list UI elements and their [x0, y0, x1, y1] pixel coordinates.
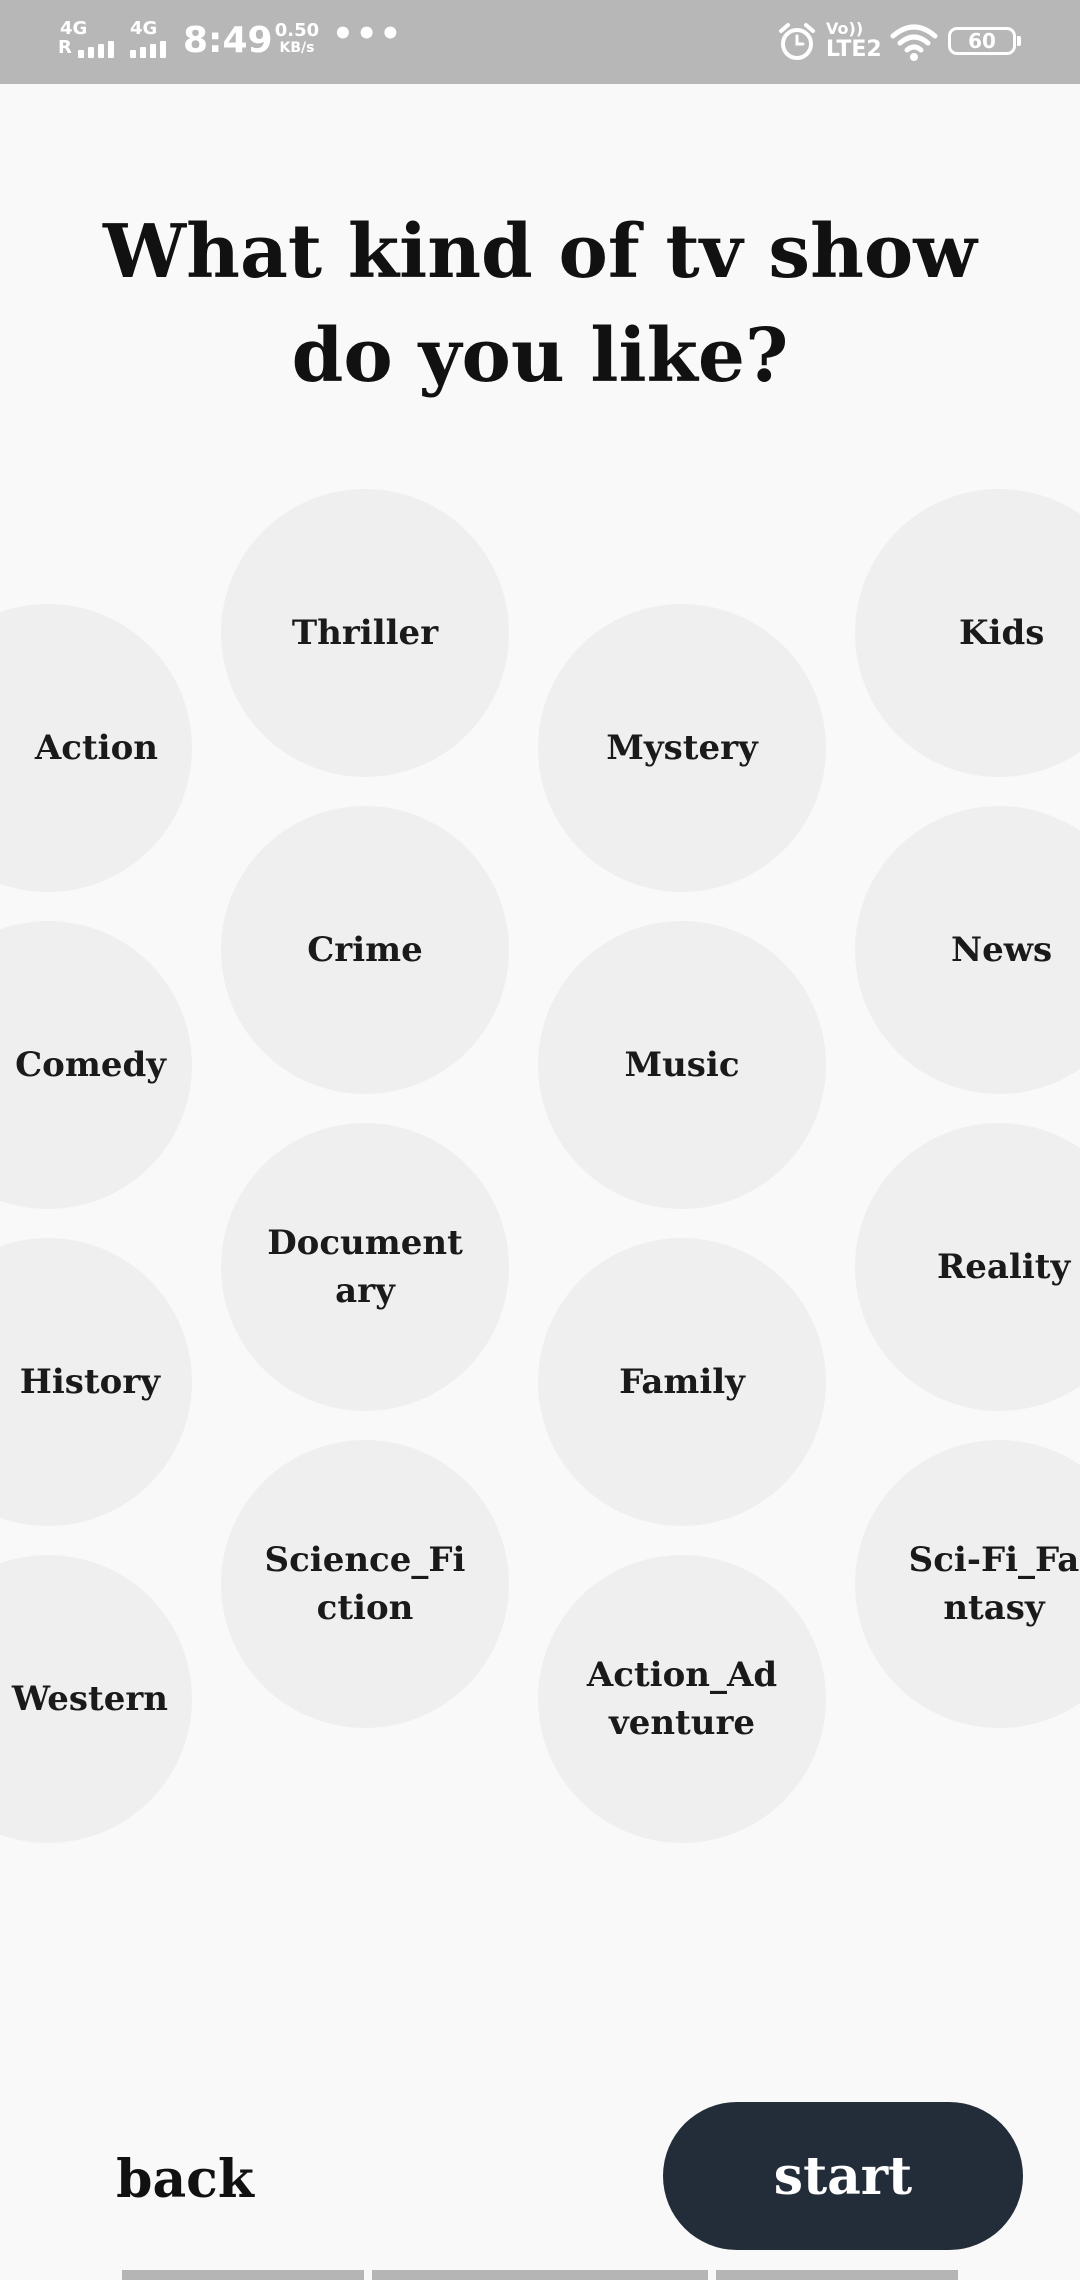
page-title: What kind of tv show do you like?: [103, 209, 977, 399]
genre-label: Documentary: [267, 1223, 463, 1311]
signal-icon: 4G: [128, 20, 178, 60]
lte-label: LTE2: [826, 37, 882, 62]
genre-bubble-music[interactable]: Music: [538, 921, 826, 1209]
genre-label: Crime: [307, 930, 423, 970]
alarm-icon: [778, 22, 816, 66]
genre-bubble-news[interactable]: News: [855, 806, 1080, 1094]
genre-bubble-family[interactable]: Family: [538, 1238, 826, 1526]
network-speed: 0.50 KB/s: [272, 20, 322, 57]
genre-bubble-sci-fi-fantasy[interactable]: Sci-Fi_Fantasy: [855, 1440, 1080, 1728]
genre-label: Science_Fiction: [264, 1540, 466, 1628]
nav-hint-bar: [372, 2270, 708, 2280]
genre-label: Thriller: [291, 613, 439, 653]
genre-label: News: [951, 930, 1053, 970]
genre-label: History: [19, 1362, 160, 1402]
network-type: 4G: [130, 18, 158, 39]
genre-bubble-crime[interactable]: Crime: [221, 806, 509, 1094]
network-speed-value: 0.50: [274, 20, 320, 41]
genre-label: Action: [34, 728, 158, 768]
clock: 8:49: [183, 20, 273, 61]
genre-label: Sci-Fi_Fantasy: [908, 1540, 1080, 1628]
wifi-icon: [890, 22, 938, 66]
genre-label: Mystery: [606, 728, 758, 768]
genre-label: Kids: [959, 613, 1045, 653]
nav-hint-bar: [122, 2270, 364, 2280]
status-bar: 4G R 4G 8:49 0.50 KB/s ••• Vo)) LTE2 60: [0, 0, 1080, 84]
genre-bubble-documentary[interactable]: Documentary: [221, 1123, 509, 1411]
genre-label: Comedy: [15, 1045, 166, 1085]
battery-level: 60: [968, 29, 996, 53]
genre-bubble-mystery[interactable]: Mystery: [538, 604, 826, 892]
network-speed-unit: KB/s: [279, 40, 315, 56]
genre-label: Western: [11, 1679, 168, 1719]
genre-bubble-action-adventure[interactable]: Action_Adventure: [538, 1555, 826, 1843]
genre-bubble-action[interactable]: Action: [0, 604, 192, 892]
genre-label: Action_Adventure: [586, 1655, 778, 1743]
roaming-indicator: R: [58, 37, 72, 58]
genre-bubble-western[interactable]: Western: [0, 1555, 192, 1843]
more-notifications-icon: •••: [332, 14, 404, 54]
genre-bubble-science-fiction[interactable]: Science_Fiction: [221, 1440, 509, 1728]
battery-icon: 60: [948, 27, 1021, 55]
start-button[interactable]: start: [663, 2102, 1023, 2250]
back-button[interactable]: back: [110, 2140, 260, 2220]
genre-bubble-reality[interactable]: Reality: [855, 1123, 1080, 1411]
genre-bubble-kids[interactable]: Kids: [855, 489, 1080, 777]
volte-indicator: Vo)) LTE2: [826, 20, 882, 62]
genre-bubble-history[interactable]: History: [0, 1238, 192, 1526]
network-type: 4G: [60, 18, 88, 39]
genre-label: Family: [619, 1362, 745, 1402]
volte-label: Vo)): [826, 19, 864, 38]
signal-icon: 4G R: [58, 20, 120, 60]
genre-bubble-comedy[interactable]: Comedy: [0, 921, 192, 1209]
nav-hint-bar: [716, 2270, 958, 2280]
genre-bubble-thriller[interactable]: Thriller: [221, 489, 509, 777]
screen: 4G R 4G 8:49 0.50 KB/s ••• Vo)) LTE2 60 …: [0, 0, 1080, 2280]
genre-label: Music: [624, 1045, 740, 1085]
genre-label: Reality: [937, 1247, 1071, 1287]
